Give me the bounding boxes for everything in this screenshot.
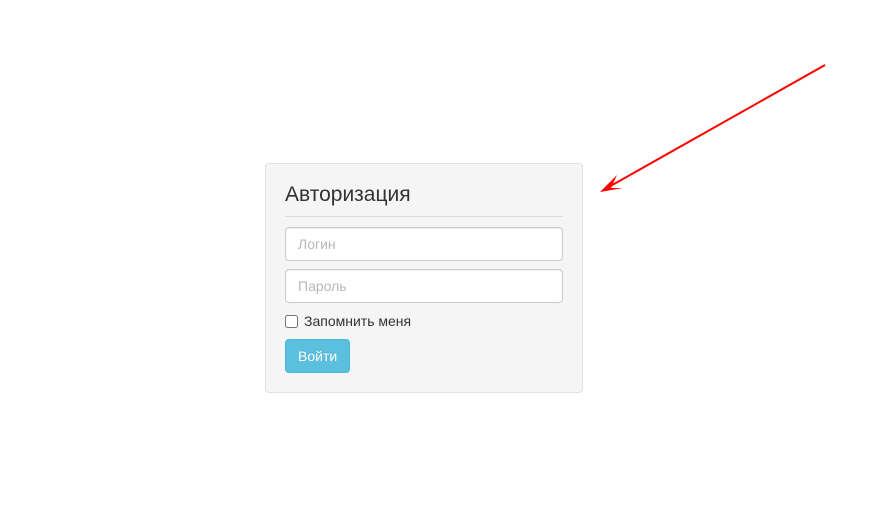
- remember-checkbox[interactable]: [285, 315, 298, 328]
- panel-title: Авторизация: [285, 183, 563, 217]
- password-group: [285, 269, 563, 303]
- password-input[interactable]: [285, 269, 563, 303]
- remember-label: Запомнить меня: [304, 313, 411, 329]
- annotation-arrow-icon: [595, 60, 830, 195]
- submit-button[interactable]: Войти: [285, 339, 350, 373]
- username-input[interactable]: [285, 227, 563, 261]
- username-group: [285, 227, 563, 261]
- remember-row: Запомнить меня: [285, 313, 563, 329]
- login-panel: Авторизация Запомнить меня Войти: [265, 163, 583, 393]
